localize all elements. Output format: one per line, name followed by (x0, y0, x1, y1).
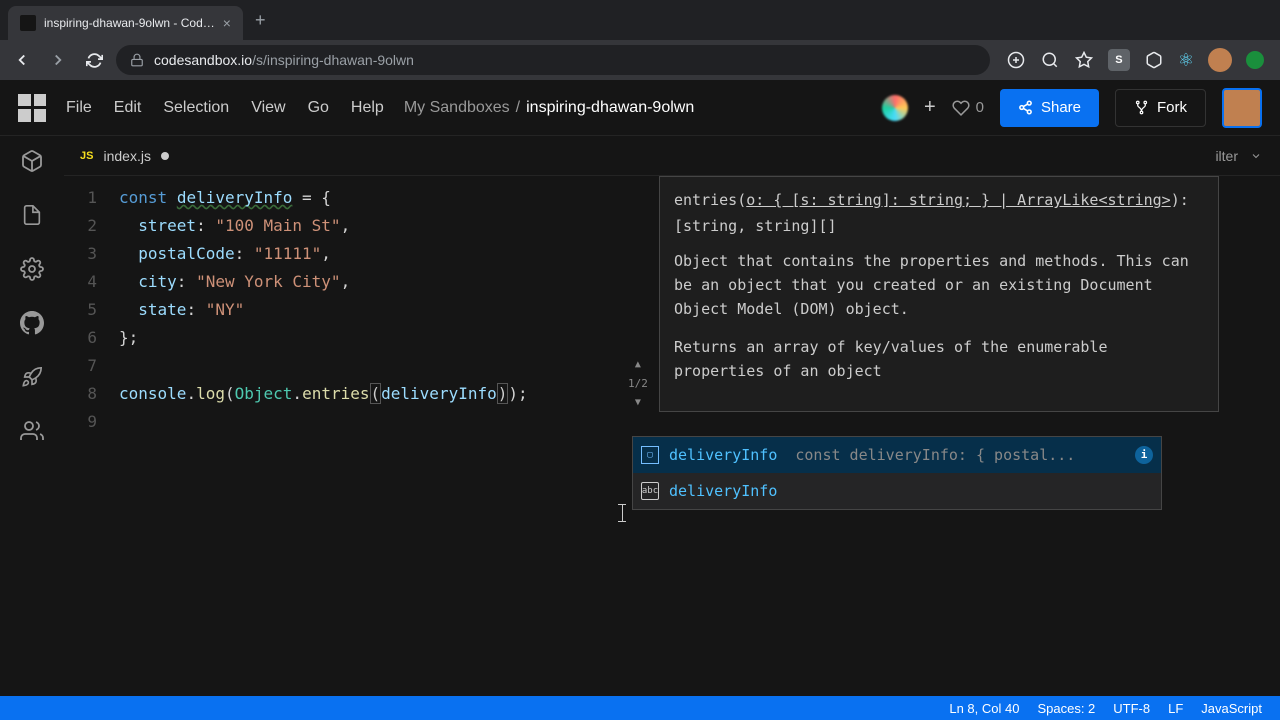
back-button[interactable] (8, 46, 36, 74)
profile-indicator[interactable] (1246, 51, 1264, 69)
browser-toolbar: codesandbox.io/s/inspiring-dhawan-9olwn … (0, 40, 1280, 80)
activity-bar (0, 136, 64, 696)
code-editor[interactable]: 1const deliveryInfo = { 2 street: "100 M… (64, 176, 1280, 444)
react-devtools-icon[interactable]: ⚛ (1178, 50, 1194, 71)
share-label: Share (1041, 99, 1081, 116)
breadcrumb-current[interactable]: inspiring-dhawan-9olwn (526, 99, 694, 117)
editor-tab[interactable]: JS index.js (64, 136, 185, 175)
cursor-position[interactable]: Ln 8, Col 40 (949, 701, 1019, 716)
word-icon: abc (641, 482, 659, 500)
github-icon[interactable] (19, 310, 45, 336)
language-mode[interactable]: JavaScript (1201, 701, 1262, 716)
breadcrumb-parent[interactable]: My Sandboxes (404, 99, 510, 117)
new-tab-button[interactable]: + (243, 10, 278, 31)
signature-text: entries(o: { [s: string]: string; } | Ar… (674, 187, 1204, 239)
signature-counter: 1/2 (628, 370, 648, 398)
indent-setting[interactable]: Spaces: 2 (1037, 701, 1095, 716)
menu-view[interactable]: View (251, 99, 285, 117)
zoom-icon[interactable] (1040, 50, 1060, 70)
live-icon[interactable] (19, 418, 45, 444)
signature-help-popup: ▲ 1/2 ▼ entries(o: { [s: string]: string… (659, 176, 1219, 412)
ac-label: deliveryInfo (669, 477, 777, 505)
menu-help[interactable]: Help (351, 99, 384, 117)
variable-icon: ▢ (641, 446, 659, 464)
deploy-rocket-icon[interactable] (19, 364, 45, 390)
favicon (20, 15, 36, 31)
deploy-icon[interactable] (882, 95, 908, 121)
browser-tab[interactable]: inspiring-dhawan-9olwn - Cod… × (8, 6, 243, 40)
close-icon[interactable]: × (223, 15, 231, 31)
app-header: File Edit Selection View Go Help My Sand… (0, 80, 1280, 136)
js-icon: JS (80, 150, 93, 162)
editor-area: JS index.js ilter 1const deliveryInfo = … (64, 136, 1280, 696)
like-count: 0 (976, 99, 984, 116)
fork-button[interactable]: Fork (1115, 89, 1206, 127)
like-button[interactable]: 0 (952, 99, 984, 117)
extension-icon[interactable]: S (1108, 49, 1130, 71)
share-button[interactable]: Share (1000, 89, 1099, 127)
chevron-up-icon[interactable]: ▲ (635, 360, 641, 370)
url-path: /s/inspiring-dhawan-9olwn (252, 52, 414, 68)
signature-desc-2: Returns an array of key/values of the en… (674, 335, 1204, 383)
info-icon[interactable]: i (1135, 446, 1153, 464)
install-icon[interactable] (1006, 50, 1026, 70)
sandbox-info-icon[interactable] (19, 148, 45, 174)
ac-detail: const deliveryInfo: { postal... (795, 441, 1125, 469)
status-bar: Ln 8, Col 40 Spaces: 2 UTF-8 LF JavaScri… (0, 696, 1280, 720)
dirty-indicator-icon (161, 152, 169, 160)
editor-tabs: JS index.js ilter (64, 136, 1280, 176)
address-bar[interactable]: codesandbox.io/s/inspiring-dhawan-9olwn (116, 45, 990, 75)
forward-button[interactable] (44, 46, 72, 74)
explorer-icon[interactable] (19, 202, 45, 228)
fork-label: Fork (1157, 99, 1187, 116)
encoding[interactable]: UTF-8 (1113, 701, 1150, 716)
signature-desc-1: Object that contains the properties and … (674, 249, 1204, 321)
reload-button[interactable] (80, 46, 108, 74)
filter-dropdown[interactable]: ilter (1215, 148, 1262, 164)
url-domain: codesandbox.io (154, 52, 252, 68)
codesandbox-logo[interactable] (18, 94, 46, 122)
main-menu: File Edit Selection View Go Help (66, 99, 384, 117)
profile-avatar[interactable] (1208, 48, 1232, 72)
settings-icon[interactable] (19, 256, 45, 282)
bookmark-icon[interactable] (1074, 50, 1094, 70)
browser-tab-strip: inspiring-dhawan-9olwn - Cod… × + (0, 0, 1280, 40)
main-layout: JS index.js ilter 1const deliveryInfo = … (0, 136, 1280, 696)
autocomplete-popup: ▢ deliveryInfo const deliveryInfo: { pos… (632, 436, 1162, 510)
user-avatar[interactable] (1222, 88, 1262, 128)
tab-filename: index.js (103, 148, 150, 164)
menu-file[interactable]: File (66, 99, 92, 117)
ac-label: deliveryInfo (669, 441, 777, 469)
breadcrumb: My Sandboxes / inspiring-dhawan-9olwn (404, 99, 694, 117)
text-cursor-icon (622, 504, 623, 522)
autocomplete-item[interactable]: abc deliveryInfo (633, 473, 1161, 509)
chevron-down-icon[interactable]: ▼ (635, 398, 641, 408)
signature-nav[interactable]: ▲ 1/2 ▼ (628, 360, 648, 408)
breadcrumb-sep: / (516, 99, 520, 117)
add-button[interactable]: + (924, 96, 936, 119)
eol[interactable]: LF (1168, 701, 1183, 716)
menu-go[interactable]: Go (308, 99, 329, 117)
autocomplete-item[interactable]: ▢ deliveryInfo const deliveryInfo: { pos… (633, 437, 1161, 473)
extensions-icon[interactable] (1144, 50, 1164, 70)
menu-selection[interactable]: Selection (163, 99, 229, 117)
tab-title: inspiring-dhawan-9olwn - Cod… (44, 16, 215, 30)
toolbar-right: S ⚛ (998, 48, 1272, 72)
menu-edit[interactable]: Edit (114, 99, 142, 117)
